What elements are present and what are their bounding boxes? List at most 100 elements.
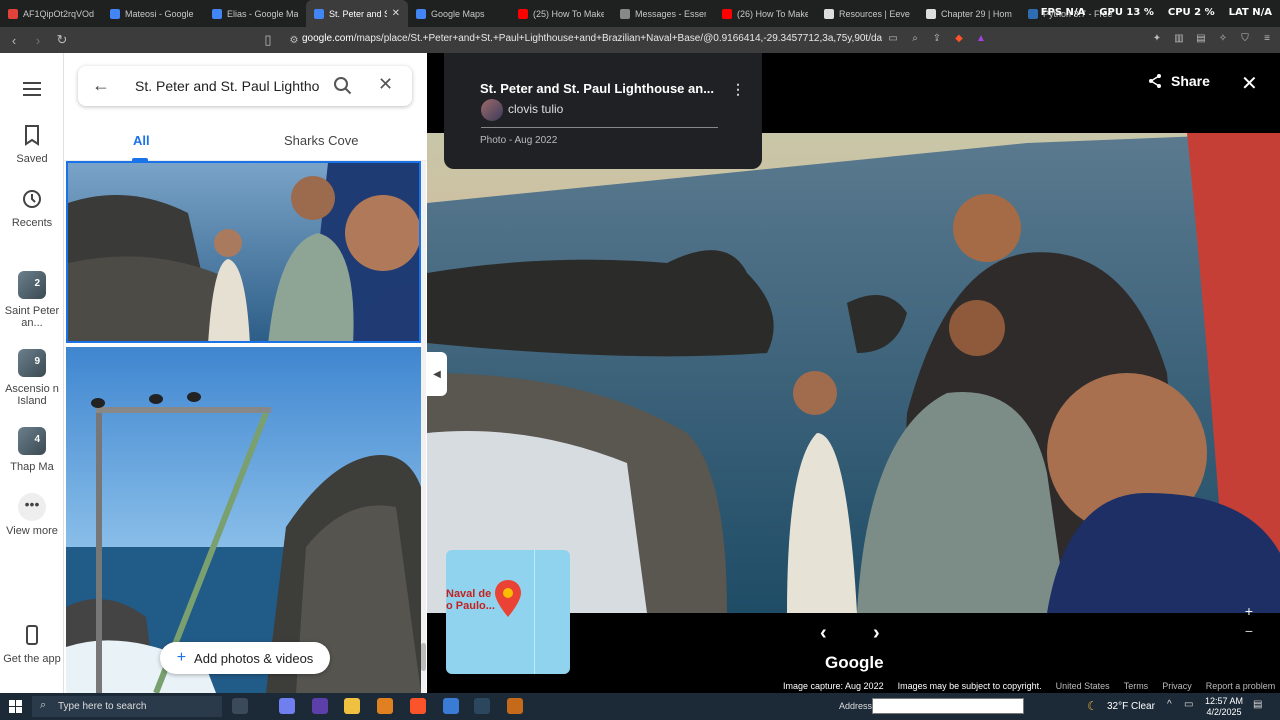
tab-label: Resources | Eevee I: [839, 8, 910, 19]
more-vert-icon[interactable]: ⋮: [731, 81, 745, 98]
browser-tab[interactable]: Chapter 29 | Home: [918, 0, 1020, 27]
sidebar-icon[interactable]: ▥: [1172, 31, 1186, 45]
menu-icon[interactable]: ≡: [1260, 31, 1274, 45]
previous-photo-icon[interactable]: ‹: [820, 622, 827, 645]
brave-rewards-icon[interactable]: ▲: [974, 31, 988, 45]
tab-favicon-icon: [110, 8, 120, 19]
scrollbar-thumb[interactable]: [421, 643, 426, 671]
app-icon[interactable]: [507, 698, 523, 714]
search-icon[interactable]: [333, 76, 353, 96]
extensions-icon[interactable]: ✦: [1150, 31, 1164, 45]
browser-tab[interactable]: Mateosi - Google M: [102, 0, 204, 27]
browser-tab[interactable]: St. Peter and St ✕: [306, 0, 408, 27]
close-viewer-icon[interactable]: ✕: [1241, 71, 1258, 96]
browser-tab[interactable]: (26) How To Make: [714, 0, 816, 27]
copilot-icon[interactable]: [279, 698, 295, 714]
divider: [481, 127, 718, 128]
saved-button[interactable]: Saved: [0, 121, 64, 165]
photo-thumbnail-selected[interactable]: [66, 161, 421, 343]
country-link[interactable]: United States: [1056, 681, 1110, 691]
photo-author[interactable]: clovis tulio: [508, 102, 563, 116]
browser-tab[interactable]: (25) How To Make: [510, 0, 612, 27]
bookmark-icon[interactable]: ▯: [258, 30, 278, 50]
vpn-icon[interactable]: ⛉: [1238, 31, 1252, 45]
brave-browser-icon[interactable]: [410, 698, 426, 714]
browser-tab[interactable]: Resources | Eevee I: [816, 0, 918, 27]
phone-icon: [26, 625, 38, 645]
share-button[interactable]: Share: [1147, 73, 1210, 89]
cpu-readout: CPU 2 %: [1167, 7, 1215, 18]
privacy-link[interactable]: Privacy: [1162, 681, 1192, 691]
performance-hud: FPS N/A GPU 13 % CPU 2 % LAT N/A: [1041, 7, 1272, 18]
report-problem-link[interactable]: Report a problem: [1206, 681, 1276, 691]
tab-favicon-icon: [722, 8, 732, 19]
install-app-icon[interactable]: ▭: [886, 31, 900, 45]
task-view-icon[interactable]: [232, 698, 248, 714]
windows-start-icon[interactable]: [9, 700, 22, 713]
leo-icon[interactable]: ✧: [1216, 31, 1230, 45]
search-input[interactable]: St. Peter and St. Paul Lighthouse: [135, 78, 319, 94]
main-photo[interactable]: [427, 133, 1280, 613]
tab-sharks-cove[interactable]: Sharks Cove: [284, 133, 358, 148]
vscode-icon[interactable]: [443, 698, 459, 714]
weather-readout[interactable]: 32°F Clear: [1107, 701, 1155, 712]
get-app-button[interactable]: Get the app: [0, 621, 64, 665]
tab-label: (26) How To Make: [737, 8, 808, 19]
saved-label: Saved: [16, 153, 48, 165]
browser-tab[interactable]: Elias - Google Map: [204, 0, 306, 27]
recent-place-2[interactable]: 9 Ascensio n Island: [0, 349, 64, 407]
zoom-controls: + −: [1239, 601, 1259, 641]
steam-icon[interactable]: [474, 698, 490, 714]
file-explorer-icon[interactable]: [344, 698, 360, 714]
taskbar-search-field[interactable]: ⌕ Type here to search: [32, 696, 222, 717]
app-icon[interactable]: [312, 698, 328, 714]
keyboard-icon[interactable]: ▭: [1184, 699, 1193, 710]
share-page-icon[interactable]: ⇪: [930, 31, 944, 45]
collapse-panel-button[interactable]: ◀: [427, 352, 447, 396]
browser-tab[interactable]: AF1QipOt2rqVOdg: [0, 0, 102, 27]
zoom-icon[interactable]: ⌕: [908, 31, 922, 45]
tab-favicon-icon: [416, 8, 426, 19]
browser-toolbar: ‹ › ↻ ▯ ⚙ google.com/maps/place/St.+Pete…: [0, 27, 1280, 53]
wallet-icon[interactable]: ▤: [1194, 31, 1208, 45]
selfie-photo-image: [427, 133, 1280, 613]
recents-button[interactable]: Recents: [0, 185, 64, 229]
panel-scrollbar[interactable]: [421, 161, 426, 693]
share-label: Share: [1171, 73, 1210, 89]
zoom-in-icon[interactable]: +: [1239, 601, 1259, 621]
browser-tab[interactable]: Google Maps: [408, 0, 510, 27]
zoom-out-icon[interactable]: −: [1239, 621, 1259, 641]
minimap[interactable]: Naval de o Paulo...: [446, 550, 570, 674]
tray-chevron-icon[interactable]: ^: [1167, 699, 1172, 710]
url-field[interactable]: google.com/maps/place/St.+Peter+and+St.+…: [302, 33, 882, 44]
clear-search-icon[interactable]: ✕: [378, 74, 393, 95]
add-photos-button[interactable]: + Add photos & videos: [160, 642, 330, 674]
tab-all[interactable]: All: [133, 133, 150, 148]
brave-shield-icon[interactable]: ◆: [952, 31, 966, 45]
recent-place-1[interactable]: 2 Saint Peter an...: [0, 271, 64, 329]
site-info-icon[interactable]: ⚙: [284, 30, 304, 50]
browser-tab[interactable]: Messages - Essenti: [612, 0, 714, 27]
photo-side-panel: ← St. Peter and St. Paul Lighthouse ✕ Al…: [64, 53, 427, 693]
tab-label: Mateosi - Google M: [125, 8, 196, 19]
address-toolbar-input[interactable]: [872, 698, 1024, 714]
view-more-button[interactable]: ••• View more: [0, 493, 64, 537]
notification-icon[interactable]: ▤: [1253, 699, 1262, 710]
back-arrow-icon[interactable]: ‹: [4, 30, 24, 50]
close-tab-icon[interactable]: ✕: [392, 8, 400, 19]
menu-button[interactable]: [0, 75, 64, 107]
forward-arrow-icon[interactable]: ›: [28, 30, 48, 50]
back-arrow-icon[interactable]: ←: [92, 75, 110, 96]
terms-link[interactable]: Terms: [1124, 681, 1149, 691]
avatar[interactable]: [481, 99, 503, 121]
recent-place-label: Thap Ma: [10, 461, 54, 473]
system-clock[interactable]: 12:57 AM 4/2/2025: [1205, 696, 1243, 718]
photo-viewer: St. Peter and St. Paul Lighthouse an... …: [427, 53, 1280, 693]
chevron-left-icon: ◀: [433, 368, 441, 380]
reload-icon[interactable]: ↻: [52, 30, 72, 50]
next-photo-icon[interactable]: ›: [873, 622, 880, 645]
app-icon[interactable]: [377, 698, 393, 714]
recent-place-3[interactable]: 4 Thap Ma: [0, 427, 64, 473]
photo-date: Photo - Aug 2022: [480, 135, 558, 146]
map-line: [534, 550, 535, 674]
